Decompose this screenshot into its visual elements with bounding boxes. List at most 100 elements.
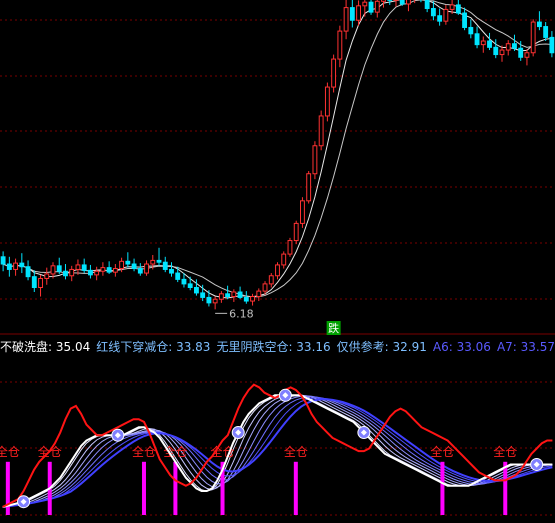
candle-body (131, 263, 137, 270)
candle-body (505, 43, 511, 51)
white-line (2, 394, 553, 508)
full-position-label: 全仓 (493, 444, 517, 459)
legend-item: 无里阴跌空仓: 33.16 (216, 339, 330, 354)
candle-body (150, 259, 156, 265)
candle-body (343, 7, 349, 32)
candle-body (44, 273, 50, 279)
candle-body (549, 36, 555, 54)
candle-body (6, 263, 12, 270)
full-position-bar (440, 461, 445, 515)
candle-body (212, 298, 218, 304)
candle-body (268, 275, 274, 285)
red-line (2, 383, 553, 508)
candle-body (293, 222, 299, 242)
candle-body (543, 26, 549, 38)
price-candles (0, 0, 555, 310)
legend-item: 仅供参考: 32.91 (337, 339, 427, 354)
candle-body (468, 26, 474, 35)
candle-body (499, 49, 505, 56)
full-position-label: 全仓 (163, 444, 187, 459)
candle-body (487, 40, 492, 48)
candle-body (156, 259, 162, 263)
candle-body (200, 292, 206, 298)
candle-body (437, 15, 443, 22)
candle-body (512, 43, 517, 49)
candle-body (119, 260, 125, 270)
candle-body (237, 291, 243, 298)
candle-body (56, 265, 62, 272)
stock-chart: 6.18 全仓 全仓 全仓 全仓 全仓 全仓 全仓 全仓 跌 不破洗盘: 35.04 红线下穿减… (0, 0, 555, 516)
candle-body (524, 52, 530, 58)
candle-body (312, 145, 318, 175)
candle-body (187, 283, 193, 288)
candle-body (443, 8, 449, 22)
candle-body (75, 264, 81, 270)
candle-body (287, 240, 293, 255)
price-grid (0, 19, 555, 300)
candle-body (449, 4, 455, 10)
full-position-bar (173, 461, 178, 515)
full-position-bar (503, 461, 508, 515)
candle-body (406, 0, 411, 5)
candle-body (181, 278, 187, 285)
candle-body (256, 290, 262, 298)
candle-body (331, 58, 337, 88)
candle-body (231, 291, 237, 298)
candle-body (349, 7, 355, 21)
candle-body (306, 173, 312, 202)
candle-body (94, 270, 100, 276)
candle-body (87, 269, 93, 276)
candle-body (356, 5, 362, 21)
candle-body (281, 253, 287, 266)
oscillator-lines (2, 383, 553, 508)
price-annotations: 6.18 (215, 307, 254, 320)
candle-body (106, 267, 112, 273)
candle-body (63, 270, 68, 277)
candle-body (31, 276, 37, 288)
candle-body (225, 293, 231, 298)
drop-marker-label: 跌 (328, 321, 339, 335)
candle-body (206, 296, 212, 304)
candle-body (144, 263, 149, 274)
candle-body (69, 268, 75, 277)
candle-body (518, 47, 524, 58)
price-moving-averages (2, 0, 552, 299)
candle-body (19, 262, 25, 268)
candle-body (530, 21, 536, 54)
fan-line (2, 394, 553, 508)
legend-item: A7: 33.57 (497, 340, 555, 354)
ma-long-line (2, 0, 552, 298)
legend-item: A6: 33.06 (433, 340, 491, 354)
full-position-bar (293, 461, 298, 515)
ma-short-line (2, 0, 552, 299)
candle-body (399, 0, 405, 5)
candle-body (125, 260, 131, 265)
full-position-label: 全仓 (430, 444, 454, 459)
full-position-label: 全仓 (284, 444, 308, 459)
candle-body (169, 268, 174, 274)
candle-body (424, 0, 430, 10)
candle-body (318, 115, 324, 147)
candle-body (100, 267, 106, 272)
candle-body (175, 272, 181, 280)
legend-item: 红线下穿减仓: 33.83 (96, 339, 210, 354)
candle-body (462, 12, 468, 28)
candle-body (275, 264, 280, 277)
fan-line (2, 394, 553, 508)
candle-body (368, 1, 374, 13)
candle-body (536, 21, 542, 28)
candle-body (137, 268, 143, 274)
candle-body (430, 8, 436, 17)
candle-body (162, 261, 168, 270)
candle-body (362, 1, 368, 7)
candle-body (250, 296, 255, 302)
candle-body (493, 46, 499, 56)
candle-body (0, 256, 6, 265)
candle-body (300, 200, 305, 224)
fan-line (2, 394, 553, 508)
legend-item: 不破洗盘: 35.04 (0, 339, 90, 354)
candle-body (25, 266, 31, 278)
candle-body (112, 268, 118, 273)
candle-body (374, 0, 380, 13)
candle-body (38, 277, 43, 288)
